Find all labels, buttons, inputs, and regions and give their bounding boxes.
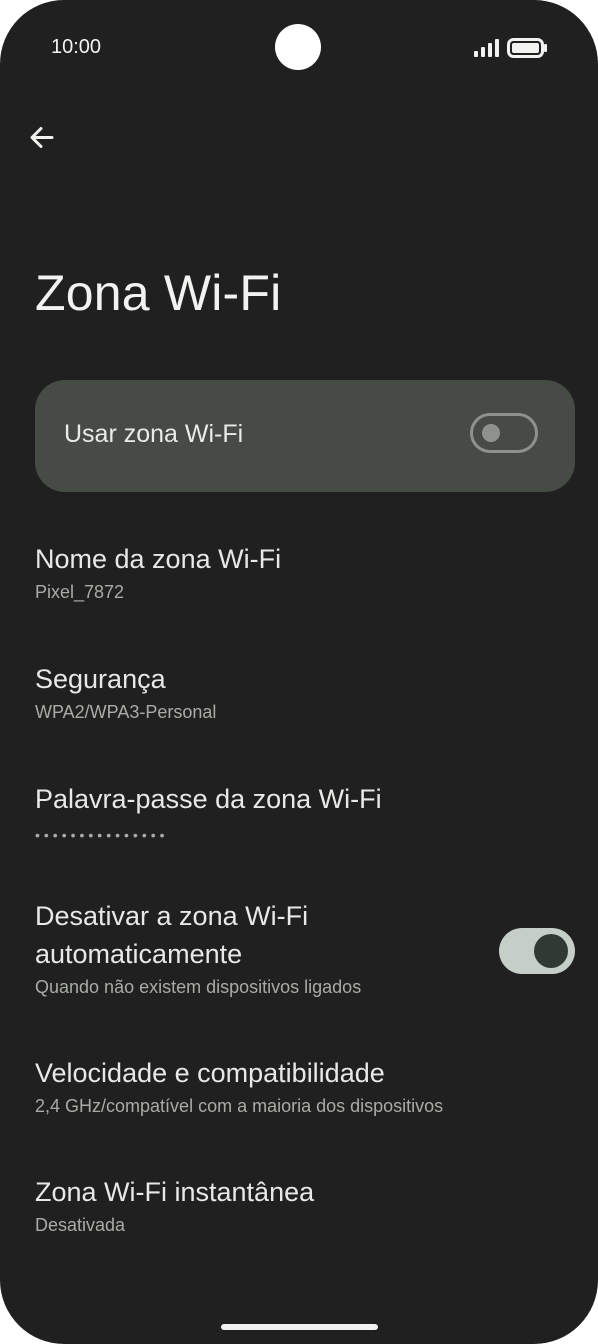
page-title: Zona Wi-Fi — [35, 265, 282, 321]
use-hotspot-toggle-row[interactable]: Usar zona Wi-Fi — [35, 380, 575, 492]
home-indicator[interactable] — [221, 1324, 378, 1330]
password-dots: ••••••••••••••• — [35, 827, 169, 843]
item-subtitle: 2,4 GHz/compatível com a maioria dos dis… — [35, 1096, 444, 1116]
item-title: Desativar a zona Wi-Fi automaticamente — [35, 901, 309, 969]
item-title: Nome da zona Wi-Fi — [35, 544, 282, 574]
camera-cutout — [275, 24, 321, 70]
arrow-back-icon — [30, 127, 54, 148]
item-subtitle: Pixel_7872 — [35, 582, 125, 602]
use-hotspot-label: Usar zona Wi-Fi — [64, 420, 244, 448]
item-title: Segurança — [35, 664, 166, 694]
item-subtitle: Quando não existem dispositivos ligados — [35, 977, 362, 997]
instant-hotspot-item[interactable]: Zona Wi-Fi instantânea Desativada — [35, 1173, 575, 1238]
auto-turn-off-switch[interactable] — [499, 928, 575, 974]
hotspot-name-item[interactable]: Nome da zona Wi-Fi Pixel_7872 — [35, 540, 575, 605]
switch-knob — [482, 424, 500, 442]
use-hotspot-switch[interactable] — [470, 413, 538, 453]
item-title: Zona Wi-Fi instantânea — [35, 1177, 315, 1207]
status-time: 10:00 — [51, 36, 102, 58]
item-subtitle: Desativada — [35, 1215, 126, 1235]
hotspot-password-item[interactable]: Palavra-passe da zona Wi-Fi ••••••••••••… — [35, 780, 575, 848]
item-title: Palavra-passe da zona Wi-Fi — [35, 784, 382, 814]
security-item[interactable]: Segurança WPA2/WPA3-Personal — [35, 660, 575, 725]
back-button[interactable] — [22, 118, 62, 158]
battery-icon — [507, 38, 547, 58]
item-title: Velocidade e compatibilidade — [35, 1058, 385, 1088]
item-subtitle: WPA2/WPA3-Personal — [35, 702, 217, 722]
switch-knob — [534, 934, 568, 968]
signal-bars-icon — [474, 39, 499, 57]
auto-turn-off-item[interactable]: Desativar a zona Wi-Fi automaticamente Q… — [35, 897, 485, 1000]
phone-screen: 10:00 Zona Wi-Fi Usar zona Wi-Fi Nome da… — [0, 0, 598, 1344]
speed-compatibility-item[interactable]: Velocidade e compatibilidade 2,4 GHz/com… — [35, 1054, 575, 1119]
